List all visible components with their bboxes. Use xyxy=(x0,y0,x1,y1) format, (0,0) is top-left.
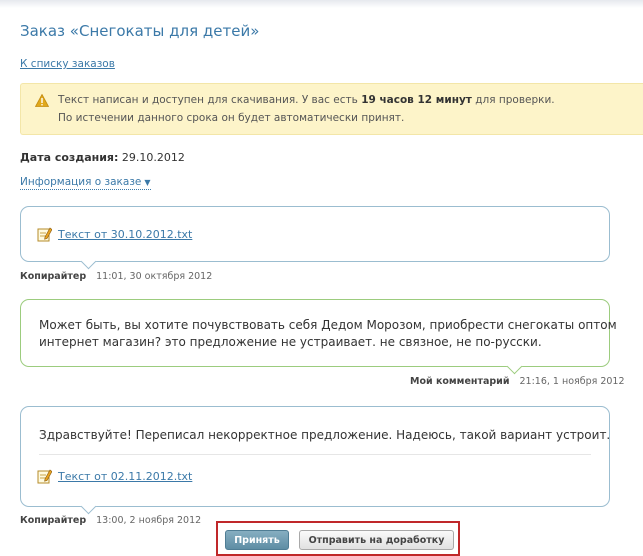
message-text-line-1: Может быть, вы хотите почувствовать себя… xyxy=(39,318,617,332)
message-bubble-copywriter-2: Здравствуйте! Переписал некорректное пре… xyxy=(20,406,611,556)
message-text: Здравствуйте! Переписал некорректное пре… xyxy=(39,428,611,442)
send-for-revision-button[interactable]: Отправить на доработку xyxy=(299,530,454,550)
action-buttons-highlight: Принять Отправить на доработку xyxy=(216,521,460,556)
notice-banner: Текст написан и доступен для скачивания.… xyxy=(20,83,643,135)
message-time: 11:01, 30 октября 2012 xyxy=(96,271,213,282)
message-bubble-copywriter-1: Текст от 30.10.2012.txt xyxy=(20,206,610,270)
notice-text-end: для проверки. xyxy=(475,94,555,106)
divider xyxy=(39,454,591,455)
notice-text: Текст написан и доступен для скачивания.… xyxy=(58,94,358,106)
bubble-tail xyxy=(80,253,97,270)
notice-line-1: Текст написан и доступен для скачивания.… xyxy=(58,94,555,106)
file-attachment: Текст от 30.10.2012.txt xyxy=(37,227,192,242)
top-shadow xyxy=(0,0,643,8)
warning-icon xyxy=(35,94,49,107)
message-author: Мой комментарий xyxy=(410,376,510,387)
message-meta: Копирайтер 11:01, 30 октября 2012 xyxy=(20,271,212,282)
message-text-line-2: интернет магазин? это предложение не уст… xyxy=(39,335,542,349)
page-title: Заказ «Снегокаты для детей» xyxy=(20,22,260,40)
message-bubble-my-comment: Может быть, вы хотите почувствовать себя… xyxy=(20,299,617,375)
chevron-down-icon: ▼ xyxy=(144,178,151,187)
order-info-toggle[interactable]: Информация о заказе ▼ xyxy=(20,176,151,190)
message-time: 21:16, 1 ноября 2012 xyxy=(519,376,625,387)
bubble-tail xyxy=(506,358,523,375)
file-link[interactable]: Текст от 30.10.2012.txt xyxy=(58,228,192,241)
back-to-orders-link[interactable]: К списку заказов xyxy=(20,58,115,70)
created-date: Дата создания: 29.10.2012 xyxy=(20,151,185,164)
message-author: Копирайтер xyxy=(20,271,87,282)
text-file-edit-icon xyxy=(37,469,52,484)
text-file-edit-icon xyxy=(37,227,52,242)
file-link[interactable]: Текст от 02.11.2012.txt xyxy=(58,470,192,483)
created-value: 29.10.2012 xyxy=(121,151,185,164)
created-label: Дата создания: xyxy=(20,151,119,164)
message-text: Может быть, вы хотите почувствовать себя… xyxy=(39,317,617,351)
message-time: 13:00, 2 ноября 2012 xyxy=(96,515,202,526)
notice-line-2: По истечении данного срока он будет авто… xyxy=(58,112,405,124)
message-meta: Копирайтер 13:00, 2 ноября 2012 xyxy=(20,515,201,526)
file-attachment: Текст от 02.11.2012.txt Принять Отправит… xyxy=(37,469,460,556)
message-author: Копирайтер xyxy=(20,515,87,526)
accept-button[interactable]: Принять xyxy=(225,530,289,550)
notice-time-left: 19 часов 12 минут xyxy=(361,94,472,106)
bubble-tail xyxy=(80,498,97,515)
message-meta: Мой комментарий 21:16, 1 ноября 2012 xyxy=(410,376,625,387)
order-info-label: Информация о заказе xyxy=(20,176,142,188)
